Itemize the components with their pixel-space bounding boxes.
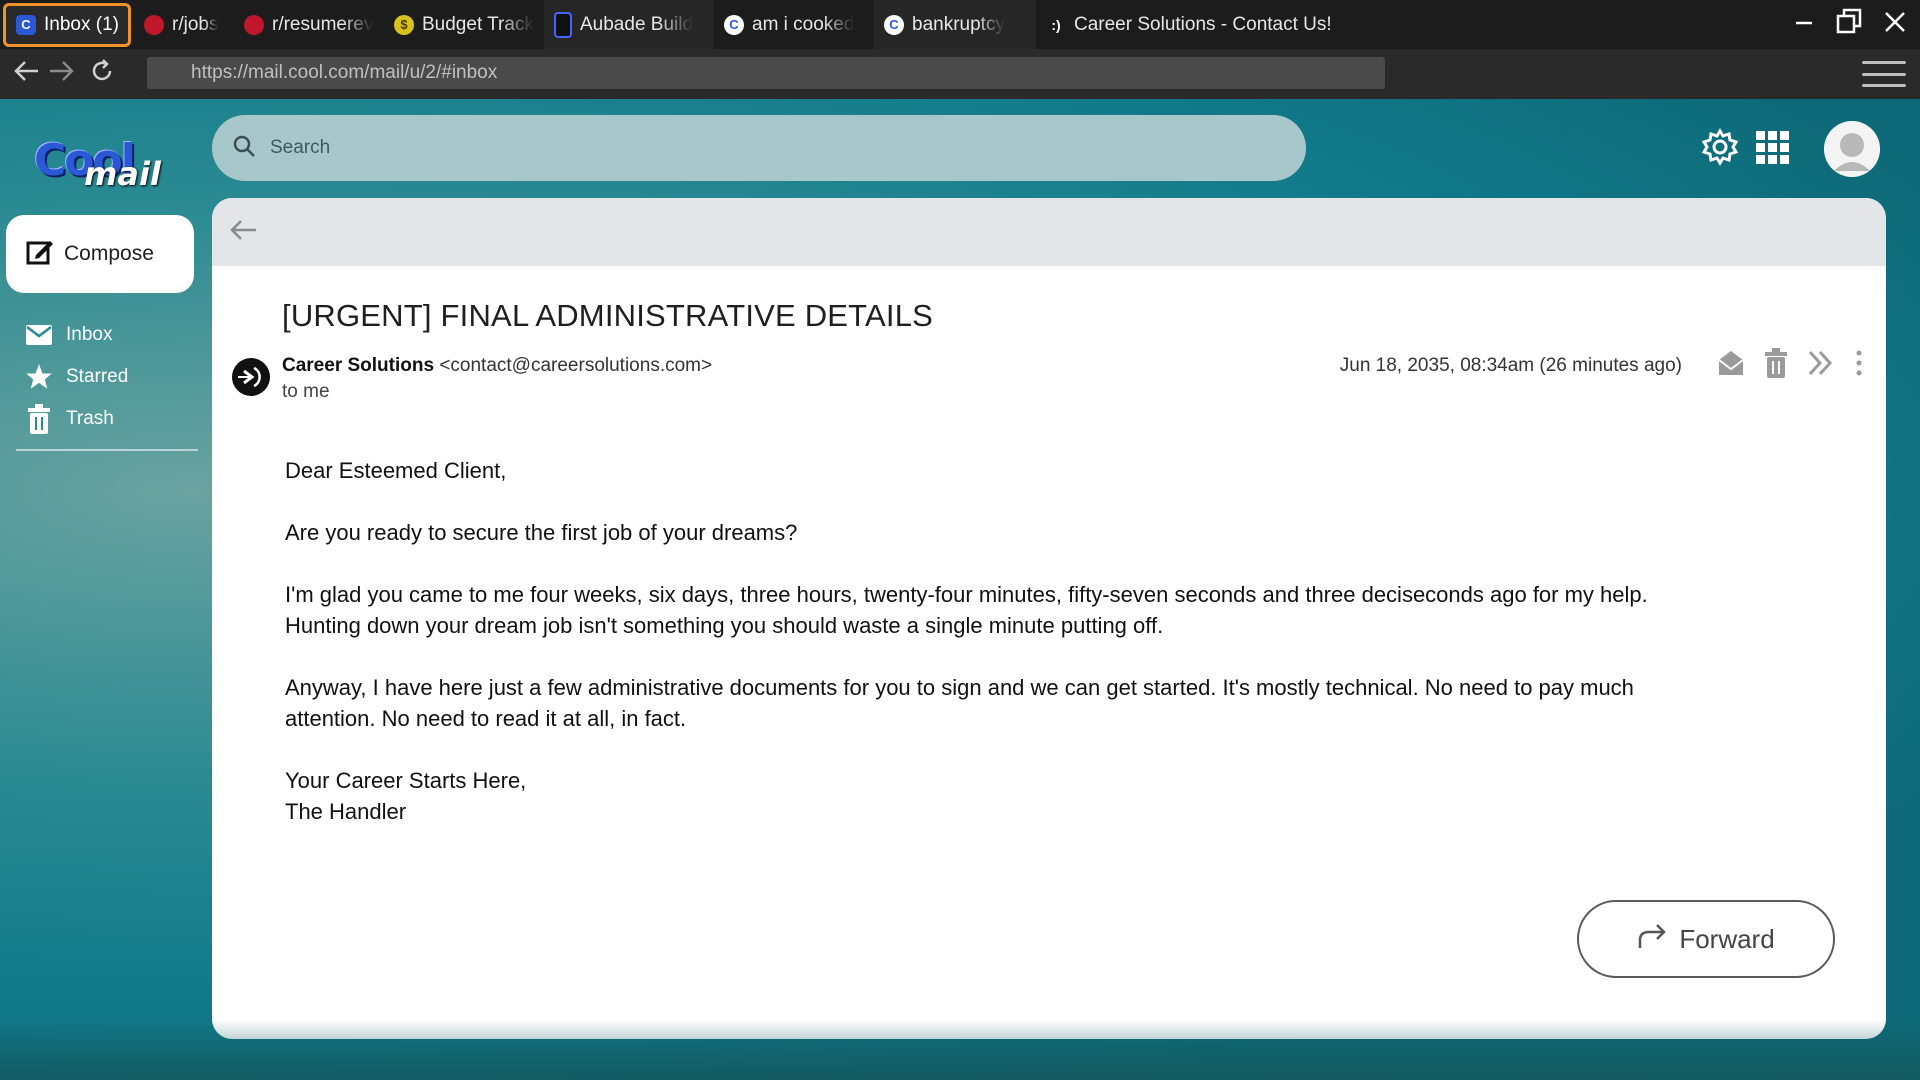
window-controls — [1794, 0, 1920, 49]
sidebar-item-label: Trash — [66, 408, 114, 429]
sender-name[interactable]: Career Solutions — [282, 355, 434, 376]
dollar-coin-icon: $ — [394, 14, 414, 35]
tab-label: Inbox (1) — [44, 13, 118, 35]
forward-button[interactable]: Forward — [1577, 900, 1835, 978]
c-search-icon: C — [884, 14, 904, 35]
forward-label: Forward — [1679, 923, 1775, 954]
top-right-icons — [1700, 121, 1880, 177]
compose-button[interactable]: Compose — [6, 215, 194, 293]
tab-r-resumerev[interactable]: r/resumerev — [234, 0, 384, 49]
body-paragraph: Anyway, I have here just a few administr… — [285, 675, 1634, 731]
tab-label: r/resumerev — [272, 13, 374, 35]
compose-pencil-icon — [26, 237, 54, 271]
aubade-icon — [554, 11, 572, 38]
body-paragraph: I'm glad you came to me four weeks, six … — [285, 582, 1648, 638]
tab-am-i-cooked[interactable]: C am i cooked — [714, 0, 874, 49]
inbox-icon — [24, 324, 54, 346]
tab-label: bankruptcy — [912, 13, 1005, 35]
reddit-cherry-icon — [144, 14, 164, 35]
mail-app: Cool mail Search Compose Inbox Starred T… — [0, 99, 1920, 1080]
email-subject: [URGENT] FINAL ADMINISTRATIVE DETAILS — [282, 298, 934, 333]
message-actions — [1716, 348, 1864, 383]
email-toolbar — [212, 198, 1886, 266]
search-input[interactable]: Search — [270, 137, 330, 159]
sender-avatar — [232, 358, 270, 396]
tab-label: am i cooked — [752, 13, 855, 35]
forward-arrow-icon[interactable] — [44, 58, 80, 90]
tab-label: Aubade Build — [580, 13, 694, 35]
minimize-icon[interactable] — [1794, 9, 1814, 40]
compose-label: Compose — [64, 242, 154, 265]
trash-icon — [24, 404, 54, 434]
delete-trash-icon[interactable] — [1764, 348, 1788, 383]
more-vertical-icon[interactable] — [1854, 348, 1864, 383]
logo-word-mail: mail — [84, 155, 161, 193]
sender-email: <contact@careersolutions.com> — [439, 355, 713, 376]
star-icon — [24, 363, 54, 391]
search-bar[interactable]: Search — [212, 115, 1306, 181]
address-bar-row: https://mail.cool.com/mail/u/2/#inbox — [0, 49, 1920, 99]
body-paragraph: Are you ready to secure the first job of… — [285, 520, 798, 545]
avatar[interactable] — [1824, 121, 1880, 177]
sender-logo-icon — [233, 359, 269, 395]
email-view: [URGENT] FINAL ADMINISTRATIVE DETAILS Ca… — [212, 198, 1886, 1039]
sidebar-nav: Inbox Starred Trash — [24, 314, 128, 440]
tab-r-jobs[interactable]: r/jobs — [134, 0, 234, 49]
signoff-line: Your Career Starts Here, — [285, 768, 527, 793]
mark-unread-envelope-icon[interactable] — [1716, 348, 1746, 383]
restore-icon[interactable] — [1836, 8, 1862, 41]
double-chevron-forward-icon[interactable] — [1806, 348, 1836, 383]
browser-tab-bar: C Inbox (1) r/jobs r/resumerev $ Budget … — [0, 0, 1920, 49]
sidebar-divider — [16, 449, 198, 451]
forward-arrow-icon — [1637, 922, 1669, 957]
signature-line: The Handler — [285, 799, 407, 824]
tab-aubade-build[interactable]: Aubade Build — [544, 0, 714, 49]
back-arrow-icon[interactable] — [8, 58, 44, 90]
sidebar-item-label: Starred — [66, 366, 129, 387]
tab-label: r/jobs — [172, 13, 219, 35]
coolmail-favicon: C — [16, 14, 36, 35]
tab-label: Career Solutions - Contact Us! — [1074, 13, 1332, 35]
recipient-line[interactable]: to me — [282, 381, 330, 403]
close-icon[interactable] — [1884, 9, 1906, 40]
tab-budget-track[interactable]: $ Budget Track — [384, 0, 544, 49]
email-date: Jun 18, 2035, 08:34am (26 minutes ago) — [1339, 355, 1682, 376]
user-silhouette-icon — [1824, 121, 1880, 177]
back-arrow-icon[interactable] — [228, 218, 258, 247]
browser-menu-icon[interactable] — [1860, 57, 1908, 91]
tab-career-solutions[interactable]: :) Career Solutions - Contact Us! — [1036, 0, 1356, 49]
search-icon — [232, 134, 256, 163]
reddit-cherry-icon — [244, 14, 264, 35]
sender-line: Career Solutions <contact@careersolution… — [282, 355, 712, 377]
sidebar-item-trash[interactable]: Trash — [24, 398, 128, 440]
url-field[interactable]: https://mail.cool.com/mail/u/2/#inbox — [147, 57, 1385, 89]
sidebar-item-starred[interactable]: Starred — [24, 356, 128, 398]
tab-label: Budget Track — [422, 13, 534, 35]
tab-bankruptcy[interactable]: C bankruptcy — [874, 0, 1036, 49]
terminal-icon: :) — [1051, 16, 1061, 33]
tab-inbox[interactable]: C Inbox (1) — [3, 2, 131, 47]
gear-icon[interactable] — [1700, 127, 1740, 172]
apps-grid-icon[interactable] — [1754, 129, 1790, 170]
reload-icon[interactable] — [84, 58, 120, 91]
c-search-icon: C — [724, 14, 744, 35]
sidebar-item-label: Inbox — [66, 324, 113, 345]
email-body: Dear Esteemed Client, Are you ready to s… — [285, 455, 1705, 827]
coolmail-logo[interactable]: Cool mail — [34, 135, 164, 193]
body-paragraph: Dear Esteemed Client, — [285, 458, 507, 483]
sidebar-item-inbox[interactable]: Inbox — [24, 314, 128, 356]
